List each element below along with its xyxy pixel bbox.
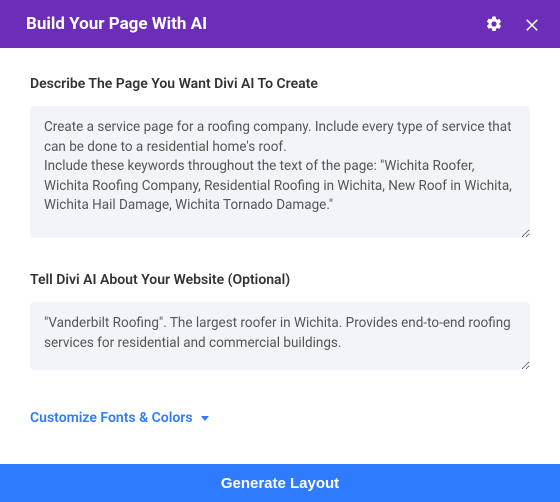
modal-title: Build Your Page With AI xyxy=(26,14,207,34)
customize-link-label: Customize Fonts & Colors xyxy=(30,410,193,426)
modal-header: Build Your Page With AI xyxy=(0,0,560,48)
describe-label: Describe The Page You Want Divi AI To Cr… xyxy=(30,76,530,92)
about-label: Tell Divi AI About Your Website (Optiona… xyxy=(30,272,530,288)
header-actions xyxy=(484,14,542,34)
close-icon[interactable] xyxy=(522,14,542,34)
describe-textarea[interactable] xyxy=(30,106,530,238)
modal-footer: Generate Layout xyxy=(0,464,560,502)
about-textarea[interactable] xyxy=(30,302,530,370)
modal-body: Describe The Page You Want Divi AI To Cr… xyxy=(0,48,560,464)
generate-layout-button[interactable]: Generate Layout xyxy=(0,464,560,502)
gear-icon[interactable] xyxy=(484,14,504,34)
chevron-down-icon xyxy=(201,416,209,421)
customize-fonts-colors-link[interactable]: Customize Fonts & Colors xyxy=(30,410,530,426)
